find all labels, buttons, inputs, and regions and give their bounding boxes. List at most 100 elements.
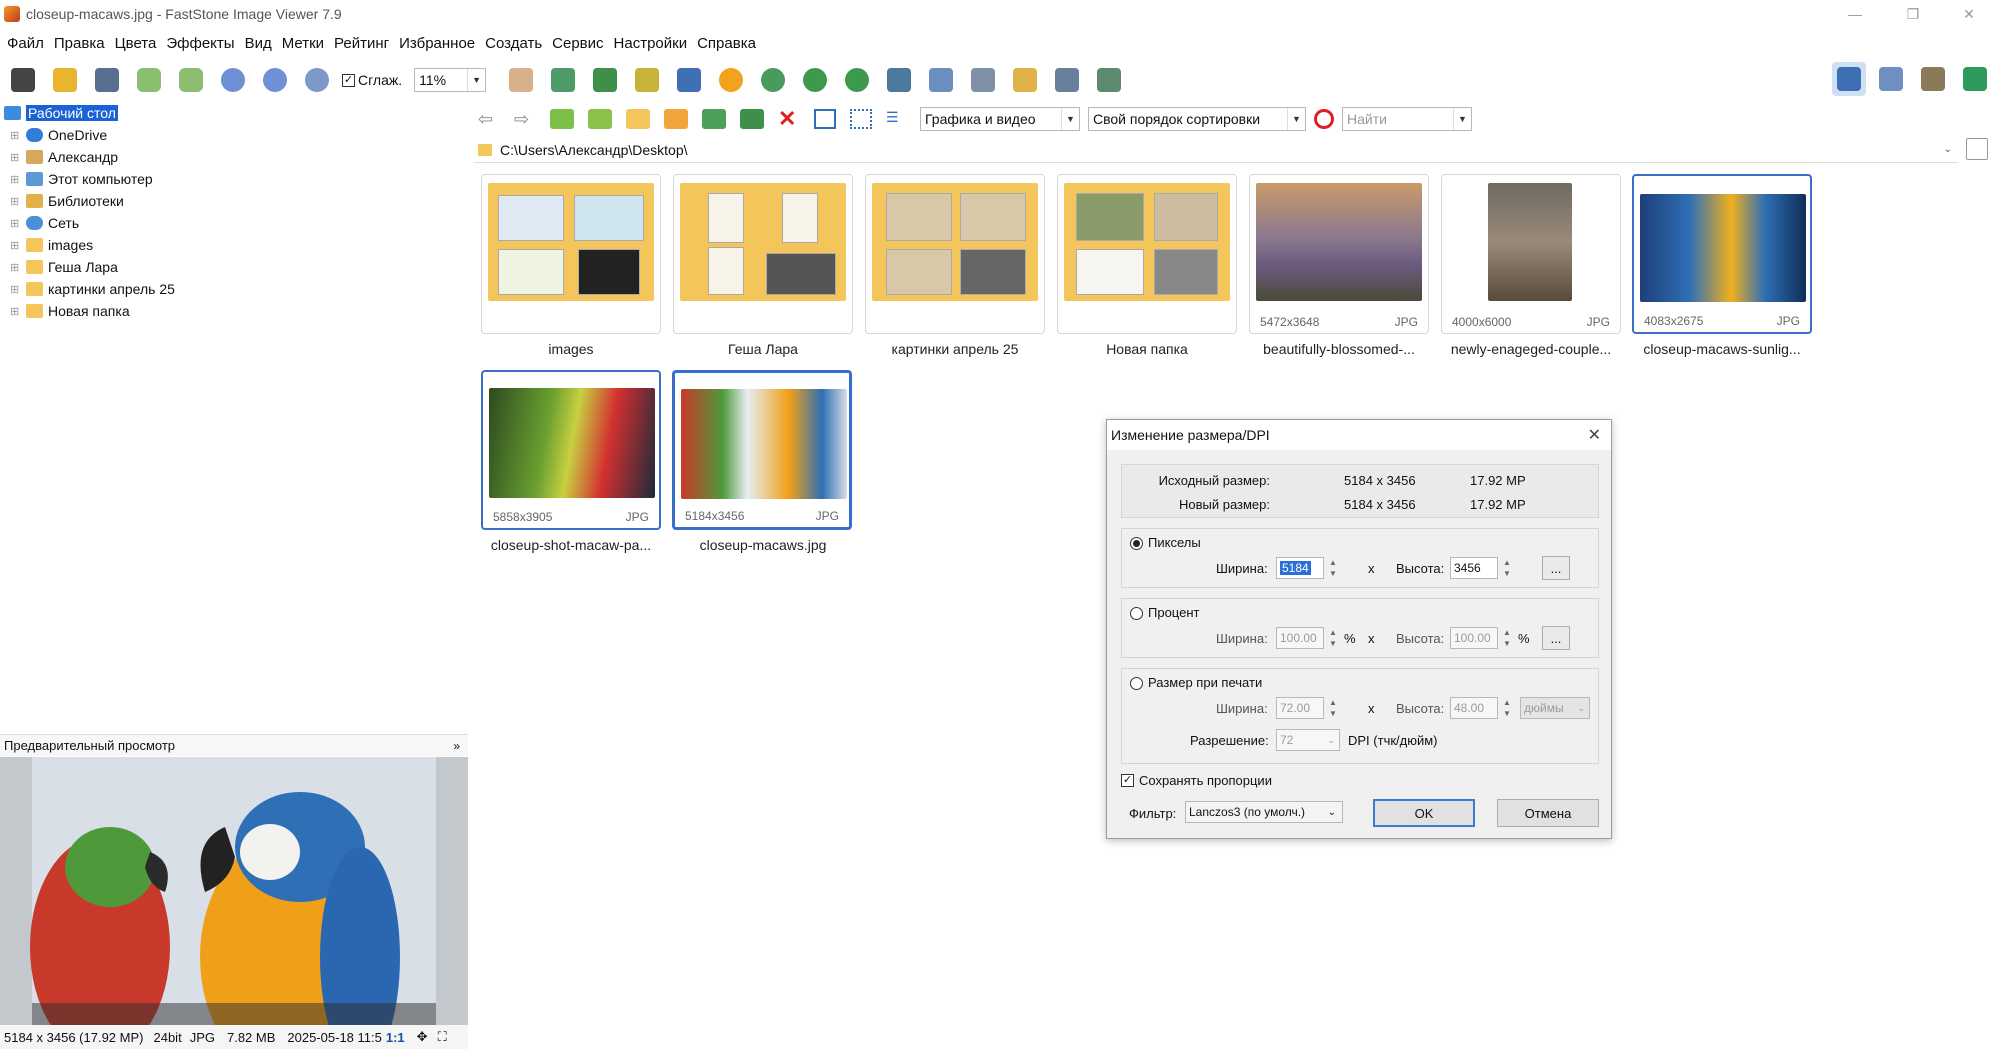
- thumbnail-file[interactable]: 4000x6000 JPG: [1441, 174, 1621, 334]
- close-window-button[interactable]: ✕: [1941, 0, 1997, 28]
- percent-height-input[interactable]: 100.00: [1450, 627, 1498, 649]
- tree-item-network[interactable]: ⊞ Сеть: [10, 212, 79, 234]
- menu-colors[interactable]: Цвета: [115, 35, 157, 52]
- chevron-down-icon[interactable]: ⌄: [1944, 144, 1952, 155]
- pixel-width-input[interactable]: 5184: [1276, 557, 1324, 579]
- pixel-height-input[interactable]: 3456: [1450, 557, 1498, 579]
- open-button[interactable]: [48, 63, 82, 97]
- sort-combobox[interactable]: Свой порядок сортировки ▼: [1088, 107, 1306, 131]
- smooth-checkbox[interactable]: ✓ Сглаж.: [342, 72, 402, 88]
- thumbnail-file[interactable]: 4083x2675 JPG: [1632, 174, 1812, 334]
- email-button[interactable]: [1008, 63, 1042, 97]
- back-arrow-icon[interactable]: ⇦: [478, 109, 508, 130]
- minimize-button[interactable]: —: [1827, 0, 1883, 28]
- thumbnail-folder-gesha-lara[interactable]: [673, 174, 853, 334]
- recycle-bin-icon[interactable]: [1966, 138, 1988, 160]
- menu-tags[interactable]: Метки: [282, 35, 324, 52]
- print-button[interactable]: [1050, 63, 1084, 97]
- thumbnail-folder-new[interactable]: [1057, 174, 1237, 334]
- next-button[interactable]: [174, 63, 208, 97]
- copy-to-icon[interactable]: [702, 109, 726, 129]
- rotate-left-button[interactable]: [798, 63, 832, 97]
- print-height-input[interactable]: 48.00: [1450, 697, 1498, 719]
- menu-settings[interactable]: Настройки: [614, 35, 688, 52]
- thumbnail-file-current[interactable]: 5184x3456 JPG: [672, 370, 852, 530]
- tree-item-user[interactable]: ⊞ Александр: [10, 146, 118, 168]
- print-width-input[interactable]: 72.00: [1276, 697, 1324, 719]
- layout-preview-button[interactable]: [1874, 62, 1908, 96]
- collapse-icon[interactable]: »: [453, 739, 460, 753]
- print-height-spinner[interactable]: ▲ ▼: [1501, 697, 1513, 719]
- text-button[interactable]: [672, 63, 706, 97]
- fullscreen-button[interactable]: [1958, 62, 1992, 96]
- tree-item-images[interactable]: ⊞ images: [10, 234, 93, 256]
- resolution-select[interactable]: 72 ⌄: [1276, 729, 1340, 751]
- previous-button[interactable]: [132, 63, 166, 97]
- tree-item-libraries[interactable]: ⊞ Библиотеки: [10, 190, 124, 212]
- layout-browser-button[interactable]: [1832, 62, 1866, 96]
- thumbnails-view-icon[interactable]: [814, 109, 836, 129]
- thumbnail-folder-images[interactable]: [481, 174, 661, 334]
- rotate-right-button[interactable]: [840, 63, 874, 97]
- save-button[interactable]: [90, 63, 124, 97]
- clear-filter-icon[interactable]: [1314, 109, 1334, 129]
- move-to-icon[interactable]: [740, 109, 764, 129]
- favorite-folder-icon[interactable]: [664, 109, 688, 129]
- menu-tools[interactable]: Сервис: [552, 35, 603, 52]
- print-width-spinner[interactable]: ▲ ▼: [1327, 697, 1339, 719]
- thumbnail-folder-kartinki[interactable]: [865, 174, 1045, 334]
- status-ratio[interactable]: 1:1: [386, 1030, 405, 1045]
- search-combobox[interactable]: Найти ▼: [1342, 107, 1472, 131]
- details-view-icon[interactable]: [850, 109, 872, 129]
- keep-proportions-checkbox[interactable]: ✓: [1121, 774, 1134, 787]
- new-folder-icon[interactable]: [626, 109, 650, 129]
- thumbnail-file[interactable]: 5472x3648 JPG: [1249, 174, 1429, 334]
- pan-button[interactable]: [504, 63, 538, 97]
- filter-combobox[interactable]: Графика и видео ▼: [920, 107, 1080, 131]
- tree-item-new-folder[interactable]: ⊞ Новая папка: [10, 300, 130, 322]
- contact-sheet-button[interactable]: [1092, 63, 1126, 97]
- menu-view[interactable]: Вид: [245, 35, 272, 52]
- percent-width-spinner[interactable]: ▲ ▼: [1327, 627, 1339, 649]
- forward-arrow-icon[interactable]: ⇨: [514, 109, 544, 130]
- pixels-radio[interactable]: [1130, 537, 1143, 550]
- menu-create[interactable]: Создать: [485, 35, 542, 52]
- path-bar[interactable]: C:\Users\Александр\Desktop\ ⌄: [474, 137, 1958, 163]
- percent-radio[interactable]: [1130, 607, 1143, 620]
- zoom-in-button[interactable]: [216, 63, 250, 97]
- brightness-button[interactable]: [714, 63, 748, 97]
- resize-button[interactable]: [588, 63, 622, 97]
- fit-icon[interactable]: ✥: [417, 1029, 428, 1045]
- pixel-width-spinner[interactable]: ▲ ▼: [1327, 557, 1339, 579]
- folder-refresh-icon[interactable]: [588, 109, 612, 129]
- camera-button[interactable]: [6, 63, 40, 97]
- menu-effects[interactable]: Эффекты: [166, 35, 234, 52]
- close-icon[interactable]: ✕: [1588, 425, 1601, 445]
- list-view-icon[interactable]: ☰: [886, 109, 908, 129]
- redeye-button[interactable]: [756, 63, 790, 97]
- pixels-more-button[interactable]: ...: [1542, 556, 1570, 580]
- menu-edit[interactable]: Правка: [54, 35, 105, 52]
- tree-item-kartinki[interactable]: ⊞ картинки апрель 25: [10, 278, 175, 300]
- menu-file[interactable]: Файл: [7, 35, 44, 52]
- tree-item-gesha-lara[interactable]: ⊞ Геша Лара: [10, 256, 118, 278]
- delete-icon[interactable]: ✕: [778, 106, 802, 132]
- wallpaper-button[interactable]: [924, 63, 958, 97]
- zoom-combobox[interactable]: 11% ▼: [414, 68, 487, 92]
- scanner-button[interactable]: [966, 63, 1000, 97]
- actual-size-button[interactable]: [300, 63, 334, 97]
- maximize-button[interactable]: ❐: [1885, 0, 1941, 28]
- ok-button[interactable]: OK: [1373, 799, 1475, 827]
- layout-single-button[interactable]: [1916, 62, 1950, 96]
- crop-button[interactable]: [630, 63, 664, 97]
- percent-height-spinner[interactable]: ▲ ▼: [1501, 627, 1513, 649]
- unit-select[interactable]: дюймы ⌄: [1520, 697, 1590, 719]
- percent-more-button[interactable]: ...: [1542, 626, 1570, 650]
- menu-favorites[interactable]: Избранное: [399, 35, 475, 52]
- slideshow-button[interactable]: [546, 63, 580, 97]
- thumbnail-file[interactable]: 5858x3905 JPG: [481, 370, 661, 530]
- tree-item-this-pc[interactable]: ⊞ Этот компьютер: [10, 168, 153, 190]
- fullscreen-small-icon[interactable]: ⛶: [438, 1029, 447, 1045]
- filter-select[interactable]: Lanczos3 (по умолч.) ⌄: [1185, 801, 1343, 823]
- tree-item-desktop[interactable]: Рабочий стол: [4, 102, 118, 124]
